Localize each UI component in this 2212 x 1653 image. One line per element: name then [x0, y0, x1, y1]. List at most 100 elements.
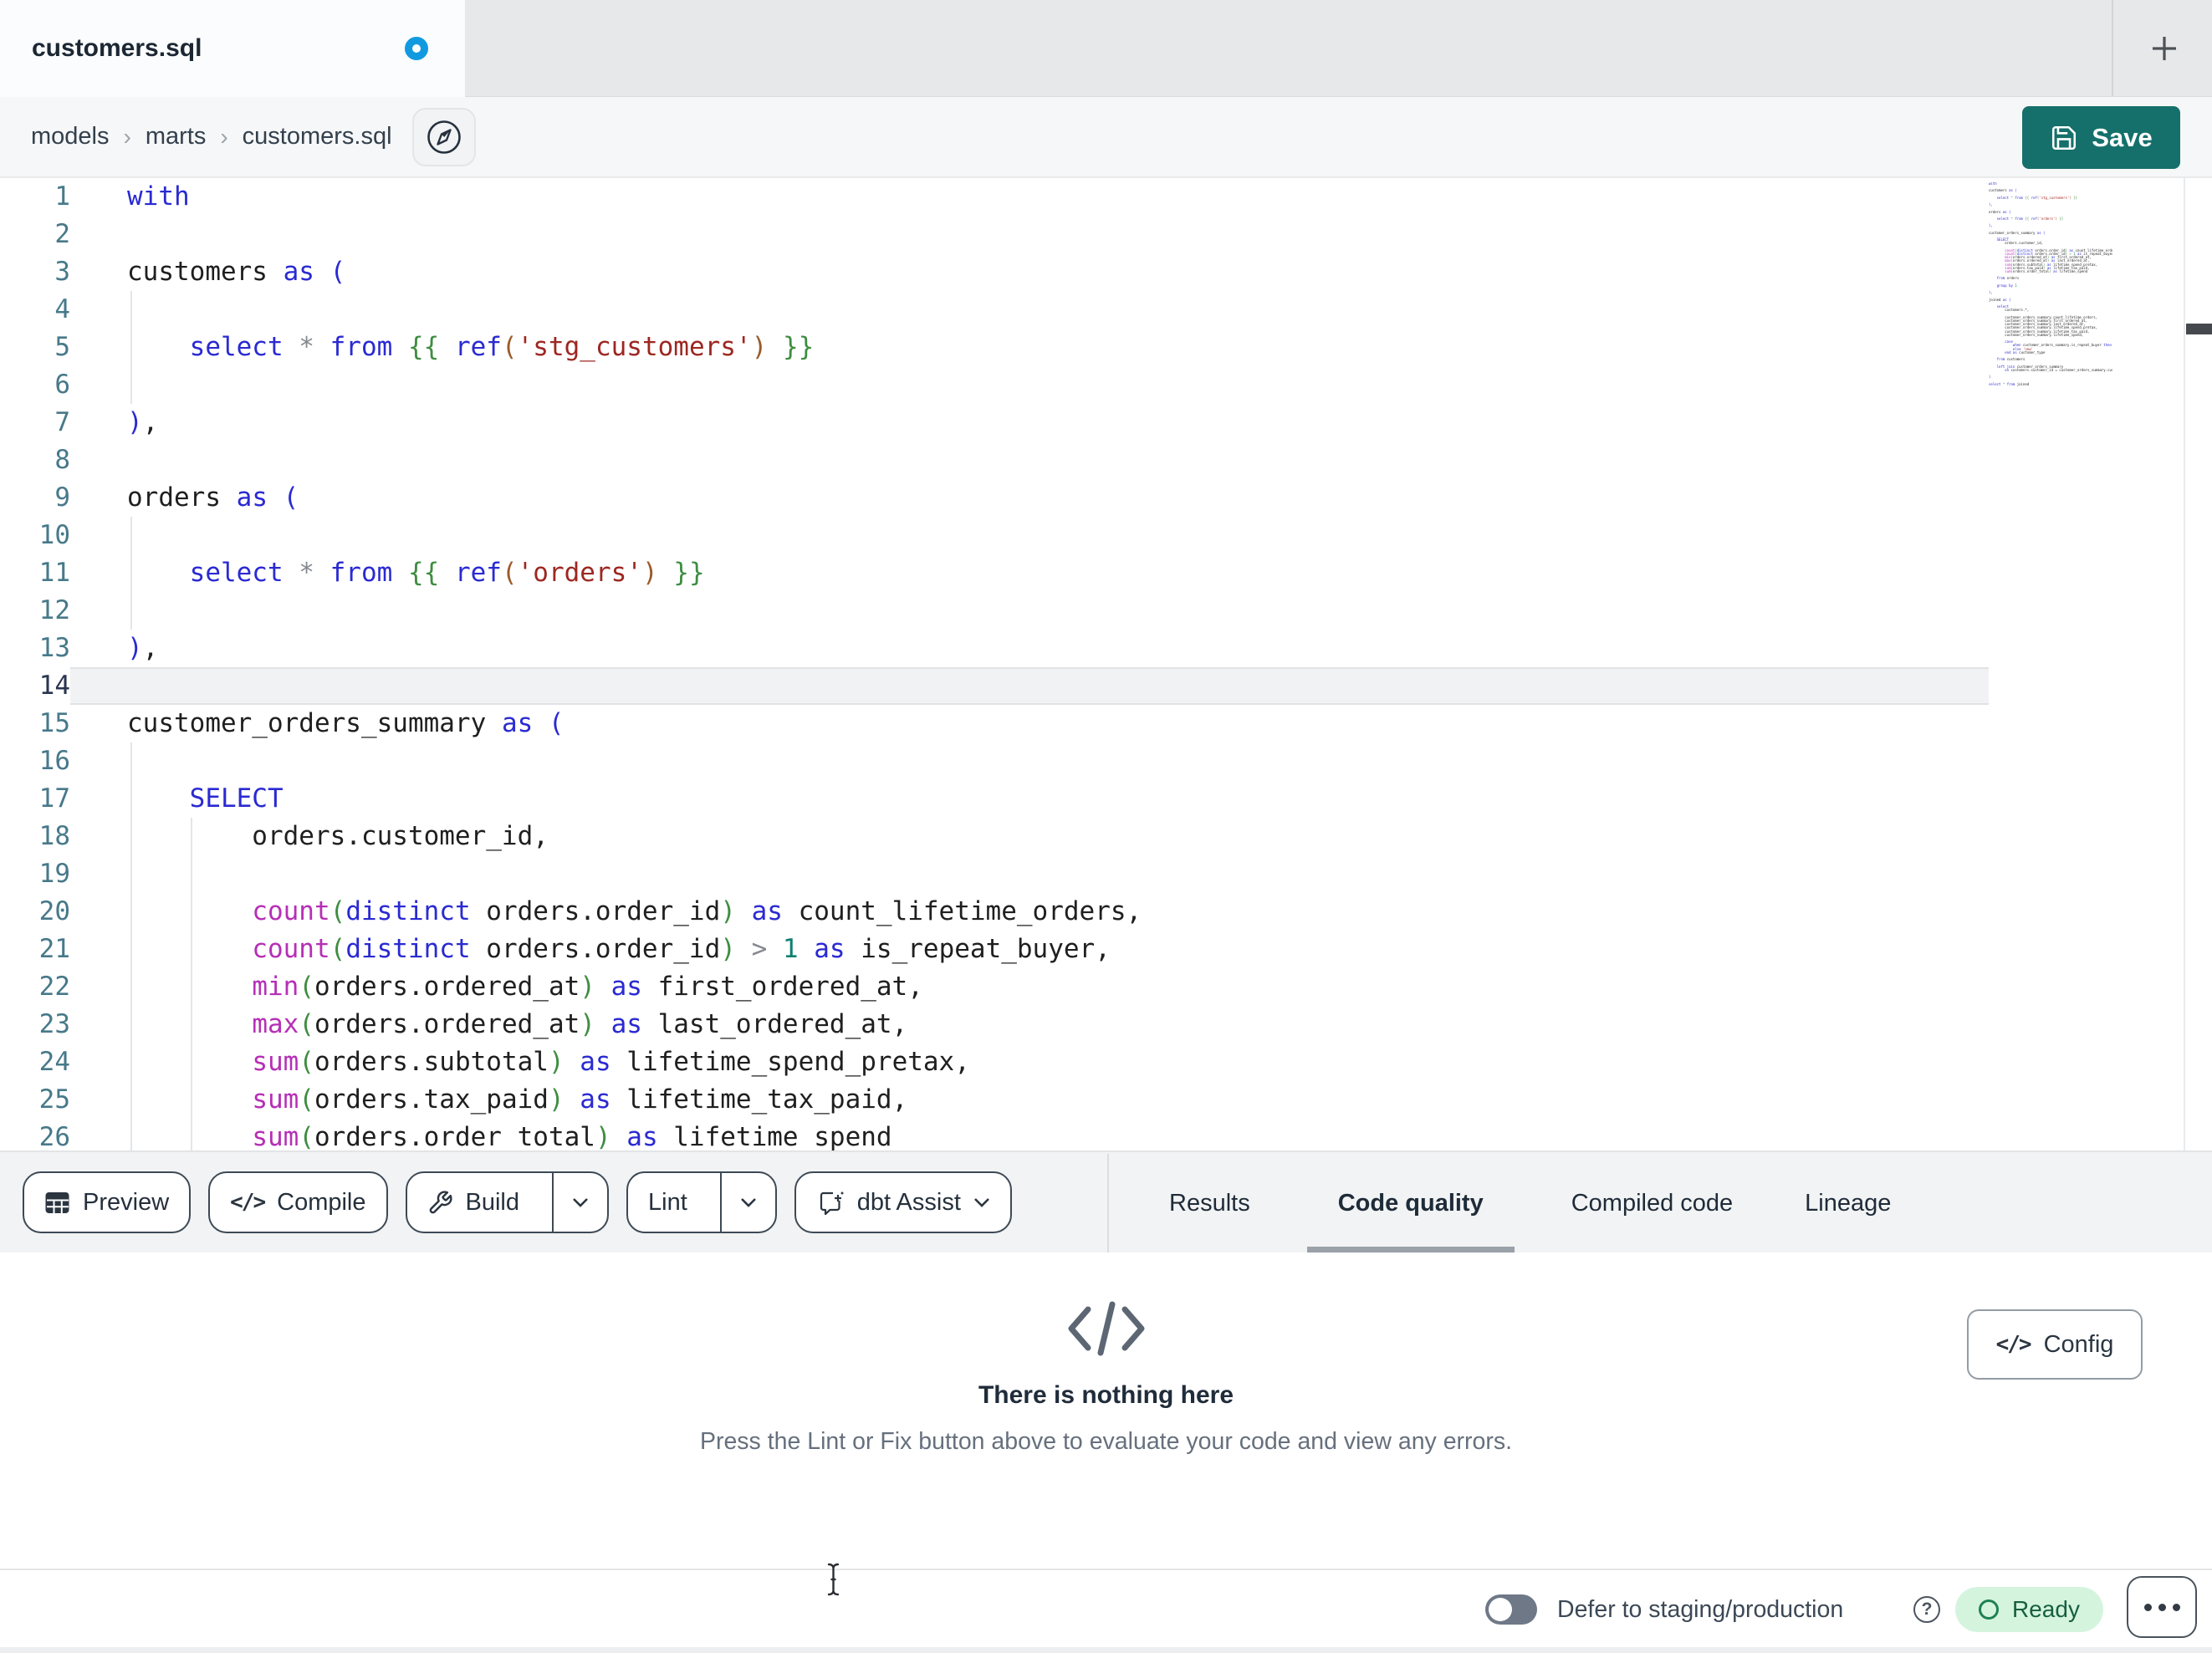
results-panel: There is nothing here Press the Lint or …: [0, 1253, 2212, 1569]
tab-bar-divider: [2112, 0, 2113, 96]
line-number: 8: [54, 445, 70, 475]
tab-compiled-code[interactable]: Compiled code: [1556, 1152, 1748, 1254]
assist-chat-icon: [820, 1191, 844, 1216]
new-tab-button[interactable]: [2131, 15, 2198, 82]
explore-button[interactable]: [411, 107, 476, 166]
breadcrumb: models › marts › customers.sql: [31, 123, 392, 151]
window-edge: [0, 1647, 2212, 1653]
lint-button[interactable]: Lint: [626, 1171, 777, 1233]
build-dropdown[interactable]: [552, 1173, 607, 1232]
indent-guide: [130, 517, 132, 630]
code-text: count(distinct orders.order_id) > 1 as i…: [252, 934, 1111, 964]
tab-results[interactable]: Results: [1154, 1152, 1265, 1254]
tab-code-quality[interactable]: Code quality: [1306, 1152, 1515, 1254]
line-number: 23: [38, 1009, 70, 1039]
preview-button[interactable]: Preview: [23, 1171, 192, 1233]
help-icon[interactable]: ?: [1913, 1596, 1940, 1623]
lint-dropdown[interactable]: [719, 1173, 775, 1232]
code-line[interactable]: 7),: [0, 404, 2212, 441]
save-button[interactable]: Save: [2022, 106, 2180, 169]
code-line[interactable]: 23 max(orders.ordered_at) as last_ordere…: [0, 1006, 2212, 1043]
code-line[interactable]: 26 sum(orders.order_total) as lifetime_s…: [0, 1119, 2212, 1150]
build-button[interactable]: Build: [405, 1171, 609, 1233]
tab-customers-sql[interactable]: customers.sql: [0, 0, 465, 97]
status-bar: Defer to staging/production ? Ready: [0, 1569, 2212, 1647]
config-button[interactable]: </> Config: [1967, 1309, 2143, 1380]
scrollbar-track: [2184, 178, 2185, 1150]
code-line[interactable]: 8: [0, 441, 2212, 479]
ellipsis-icon: [2143, 1603, 2152, 1611]
code-line[interactable]: 3 customers as (: [0, 253, 2212, 291]
preview-label: Preview: [83, 1188, 170, 1216]
line-number: 16: [38, 746, 70, 776]
code-line[interactable]: 11 select * from {{ ref('orders') }}: [0, 554, 2212, 592]
more-options-button[interactable]: [2127, 1576, 2197, 1638]
line-number: 11: [38, 558, 70, 588]
code-line[interactable]: 19: [0, 855, 2212, 893]
code-text: [70, 667, 1989, 705]
tab-lineage[interactable]: Lineage: [1790, 1152, 1906, 1254]
result-tabs: Results Code quality Compiled code Lineage: [1154, 1152, 1906, 1254]
line-number: 2: [54, 219, 70, 249]
code-text: max(orders.ordered_at) as last_ordered_a…: [252, 1009, 908, 1039]
code-line[interactable]: 17 SELECT: [0, 780, 2212, 818]
code-line[interactable]: 9 orders as (: [0, 479, 2212, 517]
breadcrumb-item[interactable]: marts: [146, 123, 207, 151]
lint-main[interactable]: Lint: [628, 1173, 708, 1232]
code-line[interactable]: 14: [0, 667, 2212, 705]
empty-state: There is nothing here Press the Lint or …: [0, 1301, 2212, 1456]
code-area: 1 with 2 3 customers as (4 5 select * from {{…: [0, 178, 2212, 1150]
code-line[interactable]: 24 sum(orders.subtotal) as lifetime_spen…: [0, 1043, 2212, 1081]
empty-state-description: Press the Lint or Fix button above to ev…: [699, 1428, 1513, 1455]
breadcrumb-item[interactable]: customers.sql: [243, 123, 392, 151]
unsaved-changes-indicator: [405, 37, 428, 60]
line-number: 22: [38, 972, 70, 1002]
code-text: orders as (: [127, 482, 299, 513]
code-line[interactable]: 22 min(orders.ordered_at) as first_order…: [0, 968, 2212, 1006]
compile-button[interactable]: </> Compile: [208, 1171, 388, 1233]
code-editor[interactable]: 1 with 2 3 customers as (4 5 select * from {{…: [0, 178, 2212, 1150]
breadcrumb-separator: ›: [220, 123, 228, 150]
code-line[interactable]: 10: [0, 517, 2212, 554]
code-line[interactable]: 1 with: [0, 178, 2212, 216]
indent-guide: [130, 291, 132, 404]
code-line[interactable]: 18 orders.customer_id,: [0, 818, 2212, 855]
line-number: 26: [38, 1122, 70, 1150]
scrollbar-thumb[interactable]: [2186, 324, 2212, 334]
code-line[interactable]: 6: [0, 366, 2212, 404]
code-line[interactable]: 12: [0, 592, 2212, 630]
toggle-knob: [1489, 1598, 1512, 1621]
indent-guide: [191, 818, 192, 1150]
line-number: 10: [38, 520, 70, 550]
code-line[interactable]: 2: [0, 216, 2212, 253]
table-icon: [45, 1191, 69, 1213]
status-badge[interactable]: Ready: [1955, 1587, 2103, 1632]
line-number: 7: [54, 407, 70, 437]
code-line[interactable]: 20 count(distinct orders.order_id) as co…: [0, 893, 2212, 931]
code-line[interactable]: 5 select * from {{ ref('stg_customers') …: [0, 329, 2212, 366]
defer-toggle[interactable]: [1485, 1594, 1537, 1625]
tab-label: Compiled code: [1571, 1189, 1734, 1217]
code-line[interactable]: 25 sum(orders.tax_paid) as lifetime_tax_…: [0, 1081, 2212, 1119]
defer-label: Defer to staging/production: [1557, 1595, 1844, 1623]
dbt-assist-button[interactable]: dbt Assist: [794, 1171, 1012, 1233]
line-number: 1: [54, 181, 70, 212]
code-text: select * from {{ ref('stg_customers') }}: [189, 332, 815, 362]
code-line[interactable]: 4: [0, 291, 2212, 329]
chevron-down-icon: [973, 1198, 989, 1207]
indent-guide: [130, 742, 132, 1150]
code-line[interactable]: 15 customer_orders_summary as (: [0, 705, 2212, 742]
config-label: Config: [2043, 1330, 2114, 1358]
code-line[interactable]: 16: [0, 742, 2212, 780]
breadcrumb-item[interactable]: models: [31, 123, 110, 151]
dbt-assist-label: dbt Assist: [856, 1188, 961, 1216]
build-main[interactable]: Build: [407, 1173, 540, 1232]
editor-minimap[interactable]: with customers as ( select * from {{ ref…: [1989, 182, 2112, 391]
code-line[interactable]: 13),: [0, 630, 2212, 667]
code-text: sum(orders.subtotal) as lifetime_spend_p…: [252, 1047, 970, 1077]
code-line[interactable]: 21 count(distinct orders.order_id) > 1 a…: [0, 931, 2212, 968]
